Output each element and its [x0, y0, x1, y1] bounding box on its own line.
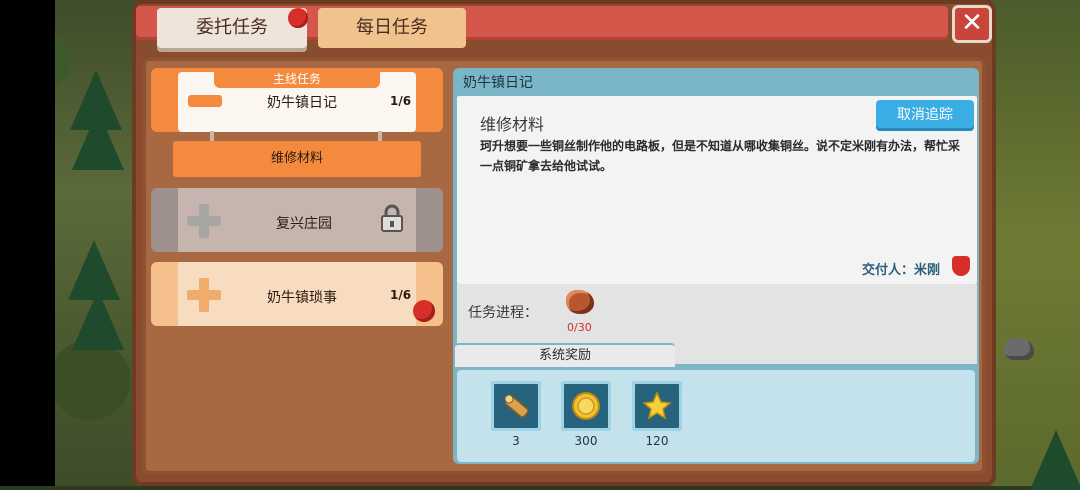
background-forest-right [990, 0, 1080, 490]
quest-title: 复兴庄园 [276, 216, 332, 232]
quest-progress: 1/6 [390, 94, 412, 108]
map-pin-icon[interactable] [952, 256, 970, 276]
pine-tree-icon [72, 290, 124, 350]
quest-description: 珂升想要一些铜丝制作他的电路板，但是不知道从哪收集铜丝。说不定米刚有办法，帮忙采… [480, 139, 961, 173]
quest-name: 维修材料 [480, 115, 545, 134]
progress-count: 0/30 [567, 321, 592, 334]
reward-value: 120 [645, 434, 669, 448]
pine-tree-icon [72, 110, 124, 170]
reward-slot[interactable] [561, 381, 611, 431]
plus-icon [187, 204, 221, 238]
reward-slot[interactable] [491, 381, 541, 431]
wood-log-icon [504, 394, 529, 418]
quest-giver: 交付人：米刚 [862, 263, 941, 278]
lock-icon [381, 204, 403, 232]
quest-title: 奶牛镇日记 [267, 95, 337, 111]
background-forest-left [0, 0, 140, 486]
plus-icon [187, 278, 221, 312]
tab-system-rewards[interactable]: 系统奖励 [455, 343, 675, 367]
quest-title: 奶牛镇琐事 [267, 290, 337, 306]
tab-commission-quests[interactable]: 委托任务 [157, 8, 307, 48]
gold-coin-icon [572, 392, 600, 420]
main-quest-tag: 主线任务 [214, 70, 380, 88]
star-icon [642, 391, 672, 420]
reward-value: 3 [512, 434, 520, 448]
close-button[interactable]: ✕ [952, 5, 992, 43]
notification-badge [413, 300, 435, 322]
notification-badge [288, 8, 308, 28]
reward-slot[interactable] [632, 381, 682, 431]
detail-header: 奶牛镇日记 [463, 75, 533, 91]
close-icon: ✕ [961, 8, 983, 38]
copper-ore-icon[interactable] [566, 290, 594, 314]
quest-progress: 1/6 [390, 288, 412, 302]
rock-icon [1004, 338, 1034, 360]
reward-value: 300 [574, 434, 598, 448]
pine-tree-icon [1030, 430, 1080, 490]
progress-label: 任务进程： [468, 305, 538, 321]
untrack-button[interactable]: 取消追踪 [876, 100, 974, 131]
screen-edge [0, 0, 55, 486]
tab-daily-quests[interactable]: 每日任务 [318, 8, 466, 48]
sub-quest-item[interactable]: 维修材料 [173, 141, 421, 177]
minus-icon [188, 95, 222, 107]
